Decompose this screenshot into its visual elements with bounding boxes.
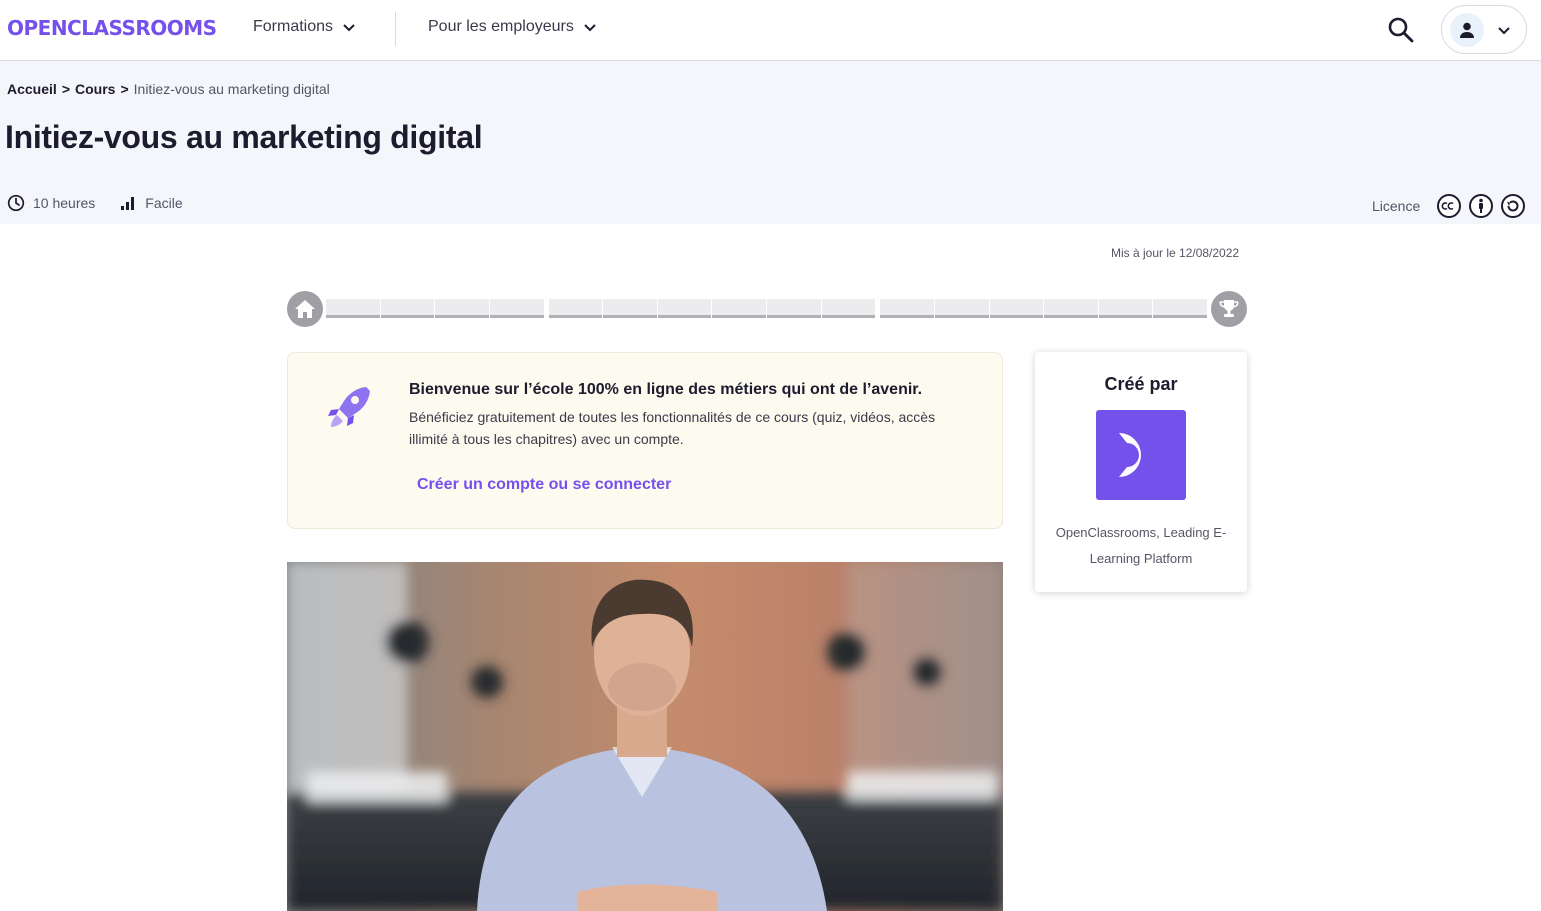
progress-chapter-segment[interactable] [712, 299, 766, 318]
course-progress-bar [287, 291, 1247, 327]
clock-icon [7, 194, 25, 212]
rocket-icon [328, 387, 370, 427]
progress-chapter-segment[interactable] [1098, 299, 1153, 318]
progress-chapter-segment[interactable] [326, 299, 380, 318]
course-level: Facile [119, 194, 183, 212]
avatar [1450, 12, 1484, 47]
breadcrumb-courses[interactable]: Cours [75, 81, 115, 97]
course-header: Accueil > Cours > Initiez-vous au market… [0, 61, 1541, 224]
search-icon[interactable] [1386, 15, 1416, 45]
bar-chart-icon [121, 197, 135, 210]
welcome-title: Bienvenue sur l’école 100% en ligne des … [409, 381, 923, 398]
course-hero-image [287, 562, 1003, 911]
progress-chapter-segment[interactable] [989, 299, 1044, 318]
progress-chapter-segment[interactable] [489, 299, 544, 318]
progress-chapter-segment[interactable] [435, 299, 489, 318]
breadcrumb-separator: > [120, 81, 129, 97]
progress-chapter-segment[interactable] [767, 299, 821, 318]
attribution-icon[interactable] [1468, 193, 1494, 219]
breadcrumb-home[interactable]: Accueil [7, 81, 57, 97]
create-account-link[interactable]: Créer un compte ou se connecter [417, 476, 671, 494]
page-title: Initiez-vous au marketing digital [5, 119, 483, 155]
course-duration-label: 10 heures [33, 195, 96, 211]
author-card: Créé par OpenClassrooms, Leading E-Learn… [1035, 352, 1247, 592]
course-meta: 10 heures Facile [7, 194, 207, 212]
progress-chapter-segment[interactable] [548, 299, 603, 318]
author-name: OpenClassrooms, Leading E-Learning Platf… [1055, 525, 1227, 566]
progress-chapter-segment[interactable] [1044, 299, 1098, 318]
nav-employeurs-label: Pour les employeurs [428, 18, 574, 35]
top-navigation: OPENCLASSROOMS Formations Pour les emplo… [0, 0, 1541, 61]
course-duration: 10 heures [7, 194, 95, 212]
share-alike-icon[interactable] [1500, 193, 1526, 219]
licence-info: Licence [1372, 193, 1526, 219]
user-icon [1460, 22, 1474, 38]
author-heading: Créé par [1104, 374, 1178, 394]
nav-employeurs-menu[interactable]: Pour les employeurs [428, 18, 598, 36]
progress-track [326, 299, 1208, 318]
openclassrooms-mark-icon [1119, 433, 1141, 477]
progress-chapter-segment[interactable] [880, 299, 934, 318]
trophy-icon [1219, 300, 1239, 317]
updated-date: Mis à jour le 12/08/2022 [1111, 246, 1240, 260]
home-icon [295, 300, 315, 318]
progress-part-1 [326, 299, 545, 318]
author-logo[interactable] [1096, 410, 1186, 500]
creative-commons-icon[interactable] [1436, 193, 1462, 219]
course-level-label: Facile [145, 195, 183, 211]
welcome-card: Bienvenue sur l’école 100% en ligne des … [287, 352, 1003, 529]
progress-chapter-segment[interactable] [657, 299, 712, 318]
chevron-down-icon [1498, 26, 1510, 34]
progress-chapter-segment[interactable] [380, 299, 435, 318]
progress-chapter-segment[interactable] [1153, 299, 1207, 318]
licence-label: Licence [1372, 198, 1421, 214]
chevron-down-icon [584, 24, 596, 32]
welcome-body: Bénéficiez gratuitement de toutes les fo… [409, 409, 936, 447]
progress-chapter-segment[interactable] [603, 299, 657, 318]
nav-formations-label: Formations [253, 18, 334, 35]
progress-end[interactable] [1211, 291, 1247, 327]
chevron-down-icon [343, 24, 355, 32]
instructor-photo [287, 562, 1003, 911]
nav-divider [395, 12, 396, 46]
progress-start[interactable] [287, 291, 323, 327]
breadcrumb-current: Initiez-vous au marketing digital [133, 81, 330, 97]
progress-part-3 [880, 299, 1208, 318]
breadcrumb-separator: > [61, 81, 70, 97]
openclassrooms-logo[interactable]: OPENCLASSROOMS [7, 16, 217, 40]
nav-formations-menu[interactable]: Formations [253, 18, 357, 36]
progress-chapter-segment[interactable] [934, 299, 989, 318]
account-menu-button[interactable] [1441, 5, 1527, 54]
progress-chapter-segment[interactable] [821, 299, 876, 318]
progress-part-2 [548, 299, 877, 318]
breadcrumb: Accueil > Cours > Initiez-vous au market… [7, 81, 330, 97]
